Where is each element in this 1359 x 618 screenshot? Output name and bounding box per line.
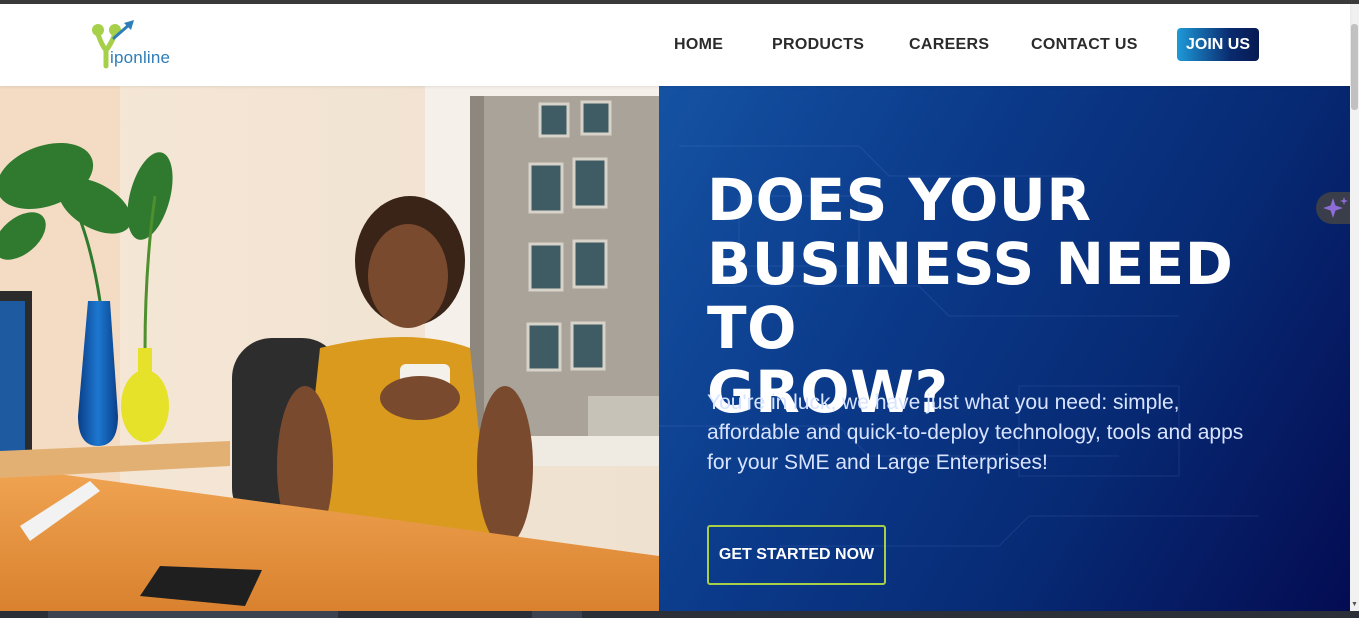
hero-photo — [0, 86, 659, 611]
join-us-button[interactable]: JOIN US — [1177, 28, 1259, 61]
headline-line-1: DOES YOUR — [707, 166, 1092, 234]
nav-careers[interactable]: CAREERS — [909, 36, 989, 54]
nav-products[interactable]: PRODUCTS — [772, 36, 864, 54]
taskbar-item[interactable] — [532, 611, 582, 618]
nav-home[interactable]: HOME — [674, 36, 723, 54]
hero-panel: DOES YOUR BUSINESS NEED TO GROW? You're … — [659, 86, 1350, 611]
scroll-down-arrow-icon[interactable]: ▼ — [1351, 601, 1358, 609]
scrollbar-thumb[interactable] — [1351, 24, 1358, 110]
site-header: iponline HOME PRODUCTS CAREERS CONTACT U… — [0, 4, 1350, 86]
os-taskbar — [0, 611, 1359, 618]
hero-headline: DOES YOUR BUSINESS NEED TO GROW? — [707, 168, 1307, 424]
logo-text: iponline — [110, 48, 171, 67]
hero-subtext: You're in luck, we have just what you ne… — [707, 391, 1244, 474]
brand-logo[interactable]: iponline — [88, 18, 198, 70]
get-started-button[interactable]: GET STARTED NOW — [707, 525, 886, 585]
nav-contact-us[interactable]: CONTACT US — [1031, 36, 1138, 54]
headline-line-2: BUSINESS NEED TO — [707, 230, 1234, 362]
taskbar-item[interactable] — [48, 611, 338, 618]
page-scrollbar[interactable]: ▼ — [1350, 4, 1359, 611]
